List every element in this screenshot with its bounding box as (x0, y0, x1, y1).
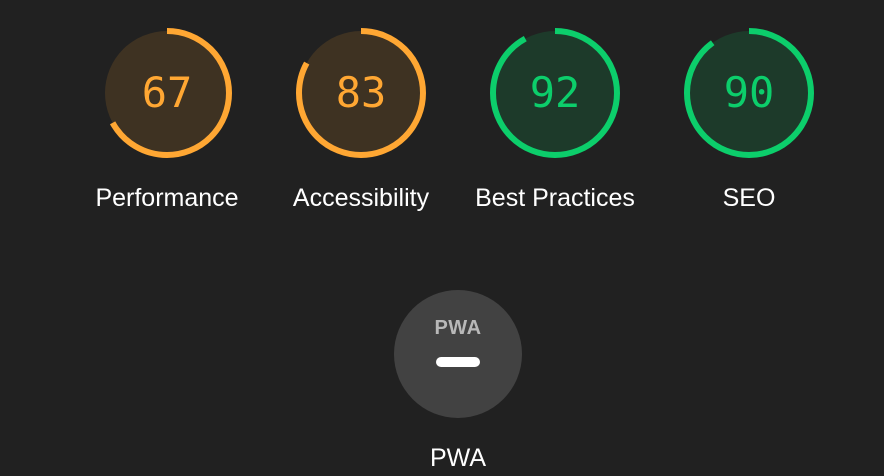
score-label-best-practices: Best Practices (475, 184, 635, 212)
pwa-badge: PWA (394, 290, 522, 418)
pwa-status-dash (436, 357, 480, 367)
score-value-performance: 67 (141, 68, 193, 117)
score-value-accessibility: 83 (335, 68, 387, 117)
score-label-performance: Performance (95, 184, 239, 212)
score-label-accessibility: Accessibility (292, 184, 430, 212)
score-label-pwa: PWA (429, 444, 487, 472)
score-value-seo: 90 (723, 68, 775, 117)
score-label-seo: SEO (722, 184, 776, 212)
pwa-logo-icon: PWA (434, 317, 481, 338)
score-value-best-practices: 92 (529, 68, 581, 117)
pwa-logo-text: PWA (434, 317, 481, 338)
lighthouse-score-summary: 67 Performance 83 Accessibility 92 Best … (0, 0, 884, 476)
